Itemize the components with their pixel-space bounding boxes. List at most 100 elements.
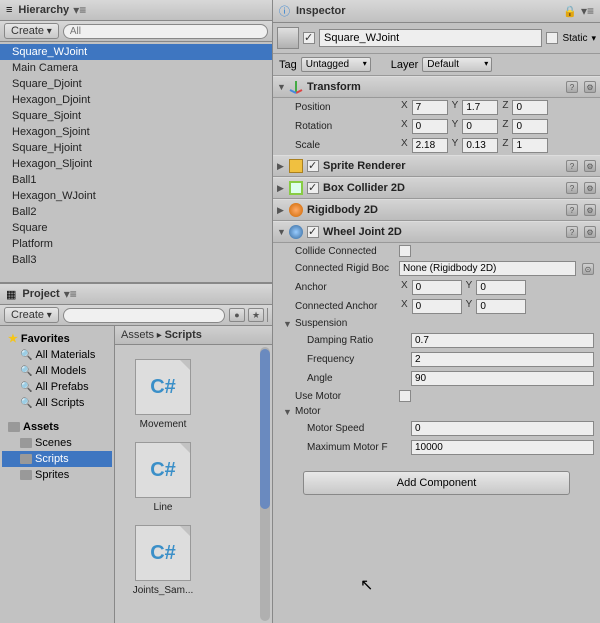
gameobject-icon[interactable] <box>277 27 299 49</box>
settings-icon[interactable]: ⚙ <box>584 81 596 93</box>
help-icon[interactable]: ? <box>566 81 578 93</box>
position-x-input[interactable] <box>412 100 448 115</box>
hierarchy-item[interactable]: Ball1 <box>0 172 272 188</box>
transform-component-header[interactable]: ▼ Transform ? ⚙ <box>273 76 600 98</box>
rotation-x-input[interactable] <box>412 119 448 134</box>
breadcrumb[interactable]: Assets ▸ Scripts <box>115 326 272 345</box>
settings-icon[interactable]: ⚙ <box>584 182 596 194</box>
favorites-header[interactable]: ★Favorites <box>2 330 112 347</box>
foldout-icon[interactable]: ▼ <box>277 82 285 92</box>
panel-menu-icon[interactable]: ▾≡ <box>64 287 77 301</box>
static-dropdown-icon[interactable]: ▾ <box>591 33 596 44</box>
scrollbar[interactable] <box>260 347 270 621</box>
hierarchy-item[interactable]: Square_Sjoint <box>0 108 272 124</box>
static-checkbox[interactable] <box>546 32 558 44</box>
panel-menu-icon[interactable]: ▾≡ <box>581 4 594 18</box>
connected-anchor-x-input[interactable] <box>412 299 462 314</box>
rotation-y-input[interactable] <box>462 119 498 134</box>
box-collider-header[interactable]: ▶ Box Collider 2D ? ⚙ <box>273 177 600 199</box>
position-z-input[interactable] <box>512 100 548 115</box>
collide-connected-checkbox[interactable] <box>399 245 411 257</box>
panel-menu-icon[interactable]: ▾≡ <box>73 3 86 17</box>
asset-item[interactable]: C#Joints_Sam... <box>129 525 197 596</box>
sprite-renderer-header[interactable]: ▶ Sprite Renderer ? ⚙ <box>273 155 600 177</box>
component-enabled-checkbox[interactable] <box>307 160 319 172</box>
foldout-icon[interactable]: ▼ <box>283 319 291 329</box>
connected-rb-field[interactable] <box>399 261 576 276</box>
foldout-icon[interactable]: ▶ <box>277 183 285 194</box>
folder-item[interactable]: Scenes <box>2 435 112 451</box>
foldout-icon[interactable]: ▶ <box>277 161 285 172</box>
wheel-joint-header[interactable]: ▼ Wheel Joint 2D ? ⚙ <box>273 221 600 243</box>
hierarchy-item[interactable]: Hexagon_Sljoint <box>0 156 272 172</box>
hierarchy-item[interactable]: Square_WJoint <box>0 44 272 60</box>
favorite-item[interactable]: 🔍All Scripts <box>2 395 112 411</box>
foldout-icon[interactable]: ▶ <box>277 205 285 216</box>
folder-item[interactable]: Scripts <box>2 451 112 467</box>
hierarchy-tab[interactable]: ≡ Hierarchy ▾≡ <box>0 0 272 21</box>
scrollbar-thumb[interactable] <box>260 349 270 509</box>
hierarchy-item[interactable]: Square <box>0 220 272 236</box>
hierarchy-item[interactable]: Ball3 <box>0 252 272 268</box>
connected-anchor-y-input[interactable] <box>476 299 526 314</box>
component-enabled-checkbox[interactable] <box>307 182 319 194</box>
damping-input[interactable] <box>411 333 594 348</box>
create-button[interactable]: Create ▾ <box>4 307 59 323</box>
create-button[interactable]: Create ▾ <box>4 23 59 39</box>
max-force-input[interactable] <box>411 440 594 455</box>
asset-item[interactable]: C#Movement <box>129 359 197 430</box>
hierarchy-item[interactable]: Platform <box>0 236 272 252</box>
save-search-icon[interactable]: ★ <box>248 308 264 322</box>
assets-header[interactable]: Assets <box>2 419 112 435</box>
settings-icon[interactable]: ⚙ <box>584 204 596 216</box>
help-icon[interactable]: ? <box>566 226 578 238</box>
settings-icon[interactable]: ⚙ <box>584 160 596 172</box>
help-icon[interactable]: ? <box>566 182 578 194</box>
hierarchy-item[interactable]: Ball2 <box>0 204 272 220</box>
tag-dropdown[interactable]: Untagged <box>301 57 371 72</box>
favorite-item[interactable]: 🔍All Materials <box>2 347 112 363</box>
hierarchy-item[interactable]: Square_Hjoint <box>0 140 272 156</box>
hierarchy-item[interactable]: Square_Djoint <box>0 76 272 92</box>
add-component-button[interactable]: Add Component <box>303 471 570 495</box>
hierarchy-item[interactable]: Hexagon_Djoint <box>0 92 272 108</box>
folder-item[interactable]: Sprites <box>2 467 112 483</box>
scale-y-input[interactable] <box>462 138 498 153</box>
use-motor-checkbox[interactable] <box>399 390 411 402</box>
hierarchy-item[interactable]: Hexagon_WJoint <box>0 188 272 204</box>
scale-x-input[interactable] <box>412 138 448 153</box>
hierarchy-item[interactable]: Main Camera <box>0 60 272 76</box>
favorite-item[interactable]: 🔍All Models <box>2 363 112 379</box>
foldout-icon[interactable]: ▼ <box>277 227 285 237</box>
settings-icon[interactable]: ⚙ <box>584 226 596 238</box>
help-icon[interactable]: ? <box>566 204 578 216</box>
help-icon[interactable]: ? <box>566 160 578 172</box>
foldout-icon[interactable]: ▼ <box>283 407 291 417</box>
anchor-y-input[interactable] <box>476 280 526 295</box>
rigidbody-header[interactable]: ▶ Rigidbody 2D ? ⚙ <box>273 199 600 221</box>
motor-speed-input[interactable] <box>411 421 594 436</box>
object-picker-icon[interactable]: ⊙ <box>582 263 594 275</box>
scale-z-input[interactable] <box>512 138 548 153</box>
layer-label: Layer <box>391 59 419 71</box>
project-tab[interactable]: ▦ Project ▾≡ <box>0 284 272 305</box>
favorite-item[interactable]: 🔍All Prefabs <box>2 379 112 395</box>
gameobject-name-input[interactable] <box>319 29 542 47</box>
gameobject-enabled-checkbox[interactable] <box>303 32 315 44</box>
hierarchy-item[interactable]: Hexagon_Sjoint <box>0 124 272 140</box>
layer-dropdown[interactable]: Default <box>422 57 492 72</box>
filter-icon[interactable]: ● <box>229 308 245 322</box>
rotation-z-input[interactable] <box>512 119 548 134</box>
frequency-input[interactable] <box>411 352 594 367</box>
angle-input[interactable] <box>411 371 594 386</box>
project-search-input[interactable] <box>63 308 225 323</box>
inspector-tab[interactable]: ⓘ Inspector 🔒 ▾≡ <box>273 0 600 23</box>
project-icon: ▦ <box>6 288 16 301</box>
lock-icon[interactable]: 🔒 <box>563 5 577 18</box>
position-y-input[interactable] <box>462 100 498 115</box>
asset-item[interactable]: C#Line <box>129 442 197 513</box>
hierarchy-search-input[interactable] <box>63 24 268 39</box>
anchor-x-input[interactable] <box>412 280 462 295</box>
motor-speed-label: Motor Speed <box>307 423 407 434</box>
component-enabled-checkbox[interactable] <box>307 226 319 238</box>
